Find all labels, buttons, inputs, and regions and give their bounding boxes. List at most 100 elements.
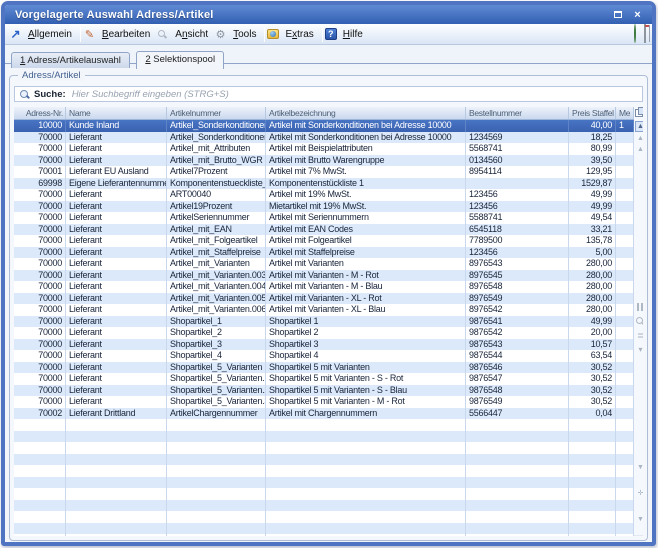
table-row[interactable]: 69998Eigene Lieferantennummer -FirmaKomp… [14,178,634,190]
cell-bestellnummer [466,431,569,443]
cell-bestellnummer: 123456 [466,201,569,213]
scroll-bottom-button[interactable]: ▼ [635,515,643,525]
scroll-top-button[interactable]: ▲ [635,121,643,132]
cell-me [616,500,634,512]
empty-row[interactable] [14,523,634,535]
cell-name: Lieferant [66,396,167,408]
table-row[interactable]: 70001Lieferant EU AuslandArtikel7Prozent… [14,166,634,178]
table-row[interactable]: 70000LieferantART00040Artikel mit 19% Mw… [14,189,634,201]
table-row[interactable]: 70000LieferantArtikel_mit_Varianten.006A… [14,304,634,316]
empty-row[interactable] [14,465,634,477]
cell-artikelbezeichnung: Shopartikel 3 [266,339,466,351]
cell-adress_nr: 70002 [14,408,66,420]
table-row[interactable]: 70000LieferantShopartikel_5_Varianten.3S… [14,396,634,408]
table-row[interactable]: 70000LieferantArtikel_mit_EANArtikel mit… [14,224,634,236]
table-row[interactable]: 70000LieferantShopartikel_3Shopartikel 3… [14,339,634,351]
column-header-me[interactable]: Me [616,107,634,119]
cell-name: Lieferant [66,373,167,385]
cell-me [616,281,634,293]
cell-me [616,201,634,213]
cell-name [66,488,167,500]
table-row[interactable]: 70000LieferantShopartikel_2Shopartikel 2… [14,327,634,339]
scroll-down-button[interactable]: ▼ [635,463,643,473]
menu-item-ansicht[interactable]: Ansicht [169,27,214,42]
search-bar[interactable]: Suche: Hier Suchbegriff eingeben (STRG+S… [14,86,643,102]
table-row[interactable]: 70000LieferantArtikel_mit_Varianten.004A… [14,281,634,293]
scroll-up-button[interactable]: ▲ [635,145,643,155]
cell-bestellnummer: 5566447 [466,408,569,420]
table-row[interactable]: 70000LieferantArtikelSeriennummerArtikel… [14,212,634,224]
tab-adress-artikelauswahl[interactable]: 1 Adress/Artikelauswahl [11,52,130,68]
cell-preis_staffel_1 [569,488,616,500]
cell-name: Lieferant Drittland [66,408,167,420]
cell-artikelbezeichnung [266,465,466,477]
empty-row[interactable] [14,488,634,500]
cell-adress_nr [14,511,66,523]
table-row[interactable]: 70000LieferantShopartikel_1Shopartikel 1… [14,316,634,328]
column-chooser-button[interactable] [635,107,643,119]
column-header-bestellnummer[interactable]: Bestellnummer [466,107,569,119]
cell-artikelbezeichnung: Artikel mit 19% MwSt. [266,189,466,201]
column-header-adress_nr[interactable]: Adress-Nr. [14,107,66,119]
menu-item-extras[interactable]: Extras [279,27,319,42]
empty-row[interactable] [14,431,634,443]
table-row[interactable]: 70000LieferantShopartikel_5_Varianten.1S… [14,373,634,385]
cell-adress_nr: 70000 [14,235,66,247]
cell-artikelbezeichnung: Artikel mit Varianten - XL - Rot [266,293,466,305]
table-row[interactable]: 70000LieferantArtikel_mit_StaffelpreiseA… [14,247,634,259]
globe-button[interactable] [632,24,638,44]
cell-adress_nr: 70001 [14,166,66,178]
menu-item-allgemein[interactable]: Allgemein [22,27,78,42]
tab-selektionspool[interactable]: 2 Selektionspool [136,51,224,69]
table-row[interactable]: 70000LieferantArtikel19ProzentMietartike… [14,201,634,213]
cell-artikelnummer: Artikel_mit_Varianten.003 [167,270,266,282]
empty-row[interactable] [14,511,634,523]
table-row[interactable]: 70002Lieferant DrittlandArtikelChargennu… [14,408,634,420]
magnifier-icon[interactable] [636,317,644,327]
empty-row[interactable] [14,419,634,431]
menu-item-hilfe[interactable]: Hilfe [337,27,369,42]
table-view-button[interactable] [642,24,648,44]
table-row[interactable]: 70000LieferantShopartikel_5_Varianten.2S… [14,385,634,397]
table-row[interactable]: 70000LieferantShopartikel_4Shopartikel 4… [14,350,634,362]
column-header-name[interactable]: Name [66,107,167,119]
close-button[interactable]: × [629,8,646,22]
search-input[interactable]: Hier Suchbegriff eingeben (STRG+S) [72,89,229,100]
menu-item-bearbeiten[interactable]: Bearbeiten [96,27,156,42]
table-row[interactable]: 10000Kunde InlandArtikel_Sonderkondition… [14,120,634,132]
table-row[interactable]: 70000LieferantArtikel_mit_Varianten.005A… [14,293,634,305]
empty-row[interactable] [14,454,634,466]
empty-row[interactable] [14,477,634,489]
cell-adress_nr: 70000 [14,132,66,144]
list-icon[interactable]: ≣ [636,331,644,341]
scroll-up-button[interactable]: ▲ [635,134,643,144]
cell-artikelnummer [167,431,266,443]
column-header-artikelbezeichnung[interactable]: Artikelbezeichnung [266,107,466,119]
panel-columns-icon[interactable] [636,303,644,313]
cell-adress_nr: 70000 [14,258,66,270]
empty-row[interactable] [14,534,634,536]
menu-item-tools[interactable]: Tools [227,27,262,42]
table-row[interactable]: 70000LieferantArtikel_mit_FolgeartikelAr… [14,235,634,247]
table-row[interactable]: 70000LieferantArtikel_mit_VariantenArtik… [14,258,634,270]
cell-bestellnummer: 9876542 [466,327,569,339]
filter-icon[interactable]: ▾ [636,345,644,355]
table-row[interactable]: 70000LieferantArtikel_SonderkonditionenA… [14,132,634,144]
column-header-preis_staffel_1[interactable]: Preis Staffel 1 [569,107,616,119]
cell-preis_staffel_1: 39,50 [569,155,616,167]
cell-bestellnummer [466,120,569,132]
table-row[interactable]: 70000LieferantArtikel_mit_Varianten.003A… [14,270,634,282]
table-row[interactable]: 70000LieferantShopartikel_5_VariantenSho… [14,362,634,374]
table-row[interactable]: 70000LieferantArtikel_mit_Brutto_WGRArti… [14,155,634,167]
cell-name [66,431,167,443]
table-row[interactable]: 70000LieferantArtikel_mit_AttributenArti… [14,143,634,155]
scroll-here-button[interactable]: ✛ [635,489,643,499]
cell-adress_nr [14,534,66,536]
empty-row[interactable] [14,500,634,512]
cell-me [616,247,634,259]
empty-row[interactable] [14,442,634,454]
search-icon [19,89,30,100]
column-header-artikelnummer[interactable]: Artikelnummer [167,107,266,119]
restore-button[interactable] [609,8,626,22]
cell-artikelbezeichnung: Shopartikel 1 [266,316,466,328]
